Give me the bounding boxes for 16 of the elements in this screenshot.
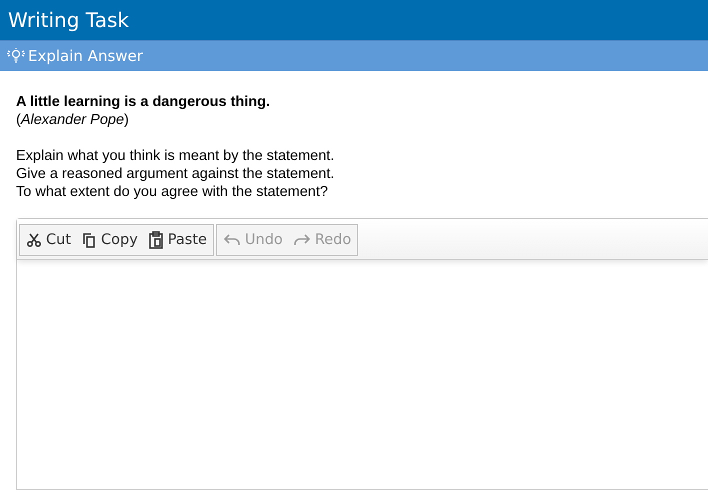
- instruction-text: Give a reasoned argument against the statement.: [16, 165, 336, 183]
- undo-icon: [222, 232, 241, 248]
- instruction-text: Explain what you think is meant by the statement.: [16, 147, 336, 165]
- redo-icon: [292, 232, 311, 248]
- copy-icon: [81, 232, 97, 248]
- instruction-text: To what extent do you agree with the statement?: [16, 183, 329, 201]
- quote-author: (Alexander Pope): [16, 111, 130, 129]
- cut-button[interactable]: Cut: [21, 226, 76, 254]
- quote-text: A little learning is a dangerous thing.: [16, 93, 272, 111]
- lightbulb-icon: [6, 48, 26, 64]
- paste-button[interactable]: Paste: [142, 226, 212, 254]
- scissors-icon: [26, 232, 42, 248]
- window-title: Writing Task: [8, 8, 129, 32]
- clipboard-icon: [148, 231, 164, 249]
- section-title: Explain Answer: [28, 47, 143, 65]
- copy-button[interactable]: Copy: [76, 226, 143, 254]
